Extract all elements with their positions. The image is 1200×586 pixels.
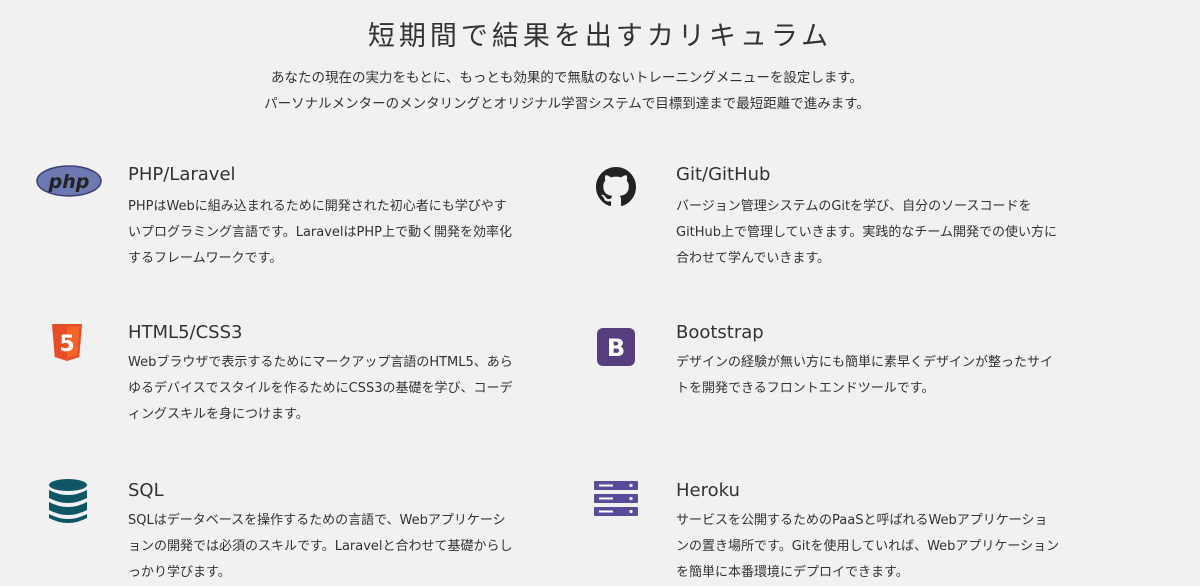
course-title: HTML5/CSS3 [128,322,243,343]
course-description: PHPはWebに組み込まれるために開発された初心者にも学びやす いプログラミング… [128,199,512,266]
svg-text:5: 5 [59,332,74,357]
lead-text-line2: パーソナルメンターのメンタリングとオリジナル学習システムで目標到達まで最短距離で… [264,96,870,112]
server-icon [593,480,639,524]
section-title: 短期間で結果を出すカリキュラム [367,21,833,52]
course-title: Bootstrap [676,322,764,343]
svg-text:php: php [48,171,90,193]
course-description: Webブラウザで表示するためにマークアップ言語のHTML5、あら ゆるデバイスで… [128,355,513,422]
php-logo-icon: php [36,162,102,202]
course-title: Heroku [676,480,740,501]
bootstrap-icon: B [596,328,636,372]
course-title: Git/GitHub [676,164,771,185]
lead-text-line1: あなたの現在の実力をもとに、もっとも効果的で無駄のないトレーニングメニューを設定… [271,70,863,86]
course-description: デザインの経験が無い方にも簡単に素早くデザインが整ったサイ トを開発できるフロン… [676,355,1054,396]
course-description: SQLはデータベースを操作するための言語で、Webアプリケーシ ョンの開発では必… [128,513,513,580]
svg-text:B: B [607,334,625,362]
course-title: SQL [128,480,164,501]
course-description: サービスを公開するためのPaaSと呼ばれるWebアプリケーショ ンの置き場所です… [676,513,1060,580]
github-icon [596,167,636,211]
course-title: PHP/Laravel [128,164,236,185]
course-description: バージョン管理システムのGitを学び、自分のソースコードを GitHub上で管理… [676,199,1057,266]
html5-icon: 5 [50,324,84,368]
database-icon [48,478,88,528]
